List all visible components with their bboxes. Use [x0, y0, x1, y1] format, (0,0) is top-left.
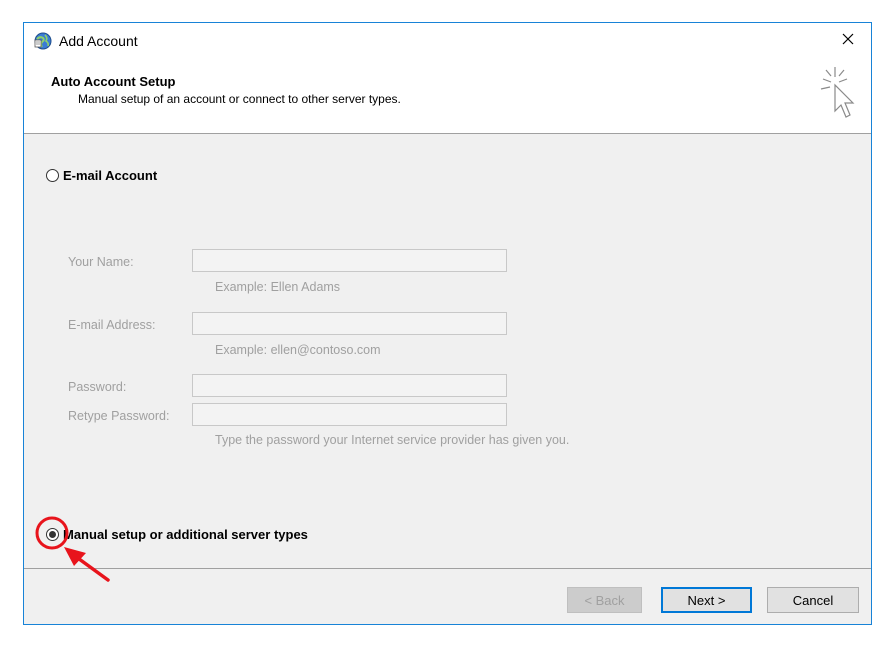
email-account-radio[interactable]: [46, 169, 59, 182]
wizard-header: Auto Account Setup Manual setup of an ac…: [24, 57, 871, 134]
back-button[interactable]: < Back: [567, 587, 642, 613]
header-subtitle: Manual setup of an account or connect to…: [78, 92, 401, 106]
retype-password-field[interactable]: [192, 403, 507, 426]
manual-setup-radio[interactable]: [46, 528, 59, 541]
email-address-field[interactable]: [192, 312, 507, 335]
next-button[interactable]: Next >: [661, 587, 752, 613]
email-account-option[interactable]: E-mail Account: [46, 168, 157, 183]
footer-divider: [24, 568, 871, 569]
your-name-label: Your Name:: [68, 255, 134, 269]
cancel-button[interactable]: Cancel: [767, 587, 859, 613]
password-field[interactable]: [192, 374, 507, 397]
email-address-label: E-mail Address:: [68, 318, 156, 332]
add-account-dialog: Add Account Auto Account Setup Manual se…: [23, 22, 872, 625]
retype-password-hint: Type the password your Internet service …: [215, 433, 570, 447]
your-name-hint: Example: Ellen Adams: [215, 280, 341, 294]
close-icon: [842, 33, 854, 48]
retype-password-label: Retype Password:: [68, 409, 170, 423]
close-button[interactable]: [825, 23, 871, 57]
email-address-hint: Example: ellen@contoso.com: [215, 343, 381, 357]
your-name-field[interactable]: [192, 249, 507, 272]
window-title: Add Account: [59, 33, 138, 49]
outlook-globe-icon: [34, 32, 52, 50]
sparkle-cursor-icon: [817, 65, 857, 125]
title-bar: Add Account: [24, 23, 871, 57]
manual-setup-label: Manual setup or additional server types: [63, 527, 308, 542]
password-label: Password:: [68, 380, 127, 394]
manual-setup-option[interactable]: Manual setup or additional server types: [46, 527, 308, 542]
email-account-label: E-mail Account: [63, 168, 158, 183]
header-title: Auto Account Setup: [51, 74, 176, 89]
